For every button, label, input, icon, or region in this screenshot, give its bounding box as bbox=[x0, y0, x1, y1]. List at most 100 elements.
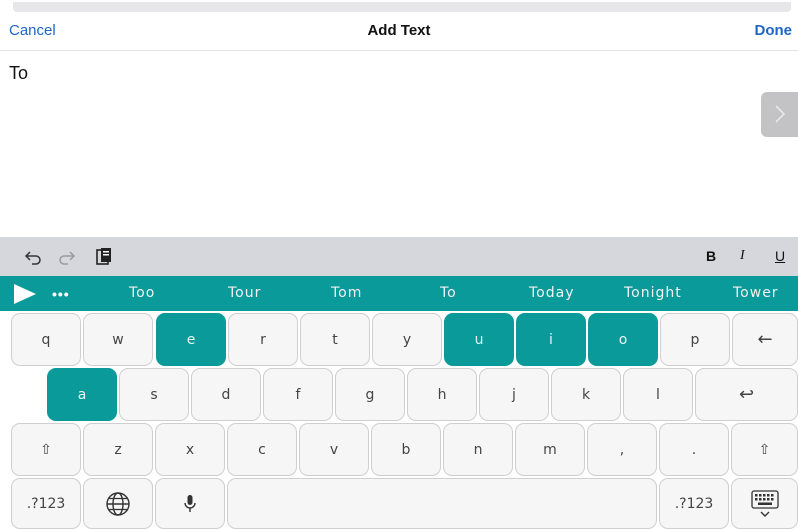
suggestion-item[interactable]: Tom bbox=[331, 285, 362, 301]
bold-button[interactable]: B bbox=[706, 248, 716, 264]
key-comma[interactable]: , bbox=[587, 423, 657, 476]
numbers-key-right[interactable]: .?123 bbox=[659, 478, 729, 529]
key-label: j bbox=[512, 386, 516, 403]
key-label: v bbox=[329, 441, 339, 458]
suggestion-item[interactable]: Tower bbox=[733, 285, 779, 301]
editor-text: To bbox=[9, 63, 29, 83]
key-label: m bbox=[543, 441, 557, 458]
suggestion-bar: ••• Too Tour Tom To Today Tonight Tower bbox=[0, 276, 798, 311]
key-j[interactable]: j bbox=[479, 368, 549, 421]
backspace-key[interactable]: ← bbox=[732, 313, 798, 366]
key-i[interactable]: i bbox=[516, 313, 586, 366]
shift-key-left[interactable]: ⇧ bbox=[11, 423, 81, 476]
key-label: . bbox=[691, 441, 697, 458]
key-n[interactable]: n bbox=[443, 423, 513, 476]
key-g[interactable]: g bbox=[335, 368, 405, 421]
key-label: b bbox=[401, 441, 411, 458]
key-label: p bbox=[690, 331, 700, 348]
key-p[interactable]: p bbox=[660, 313, 730, 366]
numbers-key-left[interactable]: .?123 bbox=[11, 478, 81, 529]
microphone-key[interactable] bbox=[155, 478, 225, 529]
key-h[interactable]: h bbox=[407, 368, 477, 421]
key-period[interactable]: . bbox=[659, 423, 729, 476]
key-d[interactable]: d bbox=[191, 368, 261, 421]
key-e[interactable]: e bbox=[156, 313, 226, 366]
chevron-right-icon bbox=[775, 105, 785, 123]
key-label: , bbox=[619, 441, 625, 458]
key-k[interactable]: k bbox=[551, 368, 621, 421]
key-z[interactable]: z bbox=[83, 423, 153, 476]
shift-key-right[interactable]: ⇧ bbox=[731, 423, 798, 476]
keyboard-toolbar: B I U bbox=[0, 237, 798, 276]
key-v[interactable]: v bbox=[299, 423, 369, 476]
key-label: s bbox=[150, 386, 158, 403]
key-label: q bbox=[41, 331, 51, 348]
suggestion-item[interactable]: Today bbox=[529, 285, 575, 301]
key-label: w bbox=[112, 331, 124, 348]
more-suggestions-button[interactable]: ••• bbox=[52, 286, 70, 302]
key-m[interactable]: m bbox=[515, 423, 585, 476]
shift-icon: ⇧ bbox=[40, 441, 52, 458]
backspace-icon: ← bbox=[757, 329, 773, 350]
keyboard: B I U ••• Too Tour Tom To Today Tonight … bbox=[0, 237, 798, 529]
italic-button[interactable]: I bbox=[740, 248, 745, 264]
key-x[interactable]: x bbox=[155, 423, 225, 476]
underline-button[interactable]: U bbox=[775, 248, 785, 264]
shift-icon: ⇧ bbox=[758, 441, 771, 458]
key-label: x bbox=[185, 441, 195, 458]
dismiss-keyboard-key[interactable] bbox=[731, 478, 798, 529]
redo-icon[interactable] bbox=[57, 247, 77, 267]
suggestion-item[interactable]: To bbox=[440, 285, 457, 301]
key-l[interactable]: l bbox=[623, 368, 693, 421]
key-label: a bbox=[77, 386, 87, 403]
key-y[interactable]: y bbox=[372, 313, 442, 366]
key-label: z bbox=[114, 441, 122, 458]
key-w[interactable]: w bbox=[83, 313, 153, 366]
key-s[interactable]: s bbox=[119, 368, 189, 421]
next-button[interactable] bbox=[761, 92, 798, 137]
key-label: t bbox=[332, 331, 338, 348]
key-label: .?123 bbox=[26, 495, 66, 512]
key-label: g bbox=[365, 386, 375, 403]
key-label: l bbox=[656, 386, 660, 403]
key-b[interactable]: b bbox=[371, 423, 441, 476]
key-label: .?123 bbox=[674, 495, 714, 512]
key-label: c bbox=[258, 441, 266, 458]
key-a[interactable]: a bbox=[47, 368, 117, 421]
return-key[interactable]: ↩ bbox=[695, 368, 798, 421]
key-label: u bbox=[474, 331, 484, 348]
key-r[interactable]: r bbox=[228, 313, 298, 366]
microphone-icon bbox=[184, 494, 196, 512]
nav-bar: Cancel Add Text Done bbox=[0, 12, 798, 51]
key-label: o bbox=[618, 331, 628, 348]
text-editor[interactable]: To bbox=[0, 51, 798, 236]
play-icon[interactable] bbox=[14, 284, 36, 304]
key-label: e bbox=[186, 331, 196, 348]
suggestion-item[interactable]: Tonight bbox=[624, 285, 682, 301]
key-f[interactable]: f bbox=[263, 368, 333, 421]
key-label: d bbox=[221, 386, 231, 403]
key-label: r bbox=[260, 331, 266, 348]
key-label: f bbox=[295, 386, 301, 403]
clipboard-icon[interactable] bbox=[94, 247, 114, 267]
key-u[interactable]: u bbox=[444, 313, 514, 366]
key-c[interactable]: c bbox=[227, 423, 297, 476]
globe-key[interactable] bbox=[83, 478, 153, 529]
key-q[interactable]: q bbox=[11, 313, 81, 366]
window-top-strip bbox=[13, 2, 791, 12]
key-label: k bbox=[581, 386, 591, 403]
suggestion-item[interactable]: Too bbox=[129, 285, 155, 301]
key-label: h bbox=[437, 386, 447, 403]
suggestion-item[interactable]: Tour bbox=[228, 285, 261, 301]
key-label: n bbox=[473, 441, 483, 458]
page-title: Add Text bbox=[367, 22, 431, 39]
globe-icon bbox=[106, 491, 130, 516]
key-o[interactable]: o bbox=[588, 313, 658, 366]
space-bar[interactable] bbox=[227, 478, 657, 529]
keyboard-dismiss-icon bbox=[750, 489, 779, 517]
done-button[interactable]: Done bbox=[755, 22, 793, 39]
undo-icon[interactable] bbox=[23, 247, 43, 267]
return-icon: ↩ bbox=[738, 384, 755, 405]
key-label: y bbox=[402, 331, 412, 348]
key-t[interactable]: t bbox=[300, 313, 370, 366]
